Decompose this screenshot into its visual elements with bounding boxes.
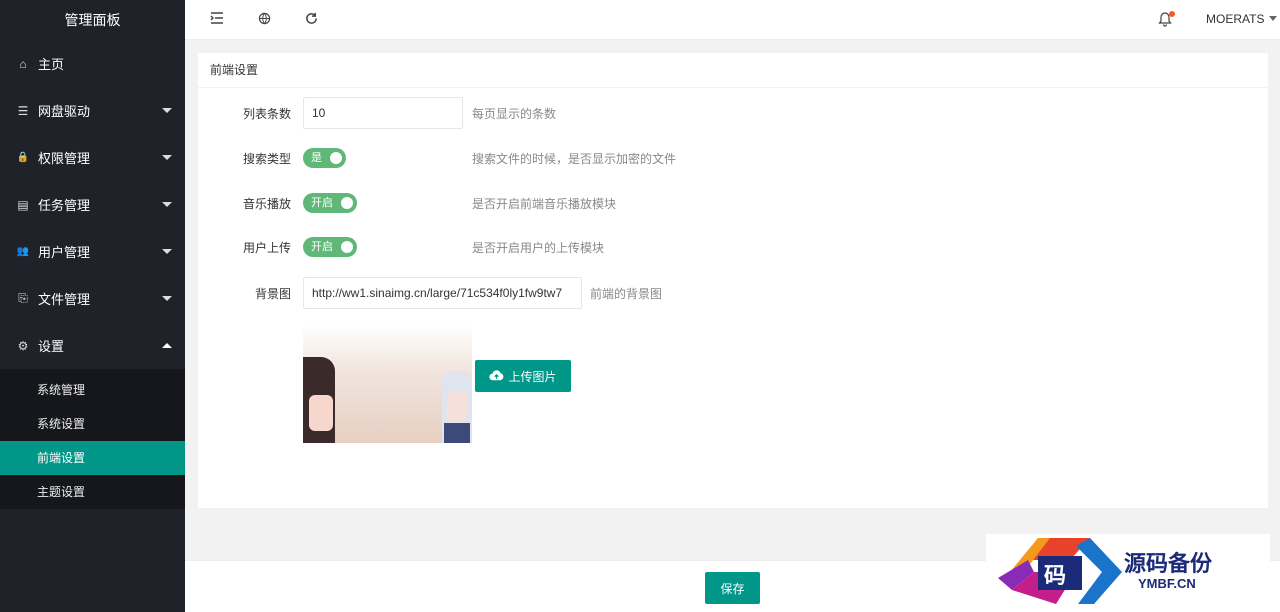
home-icon: ⌂ xyxy=(19,56,27,71)
field-hint: 是否开启前端音乐播放模块 xyxy=(472,196,617,211)
chevron-down-icon xyxy=(162,108,172,113)
sidebar-item-label: 设置 xyxy=(38,339,65,354)
sidebar-item-drive[interactable]: ☰ 网盘驱动 xyxy=(0,87,185,134)
frontend-settings-card: 前端设置 列表条数 每页显示的条数 搜索类型 是 搜索文件的时候，是否显示加密的… xyxy=(198,53,1268,508)
sidebar: 管理面板 ⌂ 主页 ☰ 网盘驱动 🔒 权限管理 ▤ 任务管理 👥 用户管理 ⎘ … xyxy=(0,0,185,612)
card-title: 前端设置 xyxy=(198,53,1268,88)
sidebar-item-users[interactable]: 👥 用户管理 xyxy=(0,228,185,275)
switch-label: 开启 xyxy=(311,241,333,253)
page-size-input[interactable] xyxy=(303,97,463,129)
watermark-logo-char: 码 xyxy=(1044,563,1067,589)
field-upload: 用户上传 开启 是否开启用户的上传模块 xyxy=(198,231,1268,263)
sidebar-item-home[interactable]: ⌂ 主页 xyxy=(0,40,185,87)
background-url-input[interactable] xyxy=(303,277,582,309)
sidebar-item-settings[interactable]: ⚙ 设置 xyxy=(0,322,185,369)
sidebar-title: 管理面板 xyxy=(0,0,185,40)
field-hint: 是否开启用户的上传模块 xyxy=(472,240,605,255)
sidebar-item-label: 文件管理 xyxy=(38,292,91,307)
username: MOERATS xyxy=(1206,12,1265,26)
files-icon: ⎘ xyxy=(18,291,28,305)
field-label: 用户上传 xyxy=(242,240,291,255)
upload-image-button[interactable]: 上传图片 xyxy=(475,360,571,392)
field-page-size: 列表条数 每页显示的条数 xyxy=(198,97,1268,129)
sidebar-item-label: 主页 xyxy=(38,57,65,72)
chevron-up-icon xyxy=(162,343,172,348)
notification-dot xyxy=(1169,11,1175,17)
submenu-item-system-settings[interactable]: 系统设置 xyxy=(0,407,185,441)
field-label: 搜索类型 xyxy=(242,151,291,166)
settings-submenu: 系统管理 系统设置 前端设置 主题设置 xyxy=(0,369,185,509)
field-search-type: 搜索类型 是 搜索文件的时候，是否显示加密的文件 xyxy=(198,142,1268,174)
task-icon: ▤ xyxy=(17,197,29,212)
submenu-item-theme-settings[interactable]: 主题设置 xyxy=(0,475,185,509)
save-button[interactable]: 保存 xyxy=(705,572,760,604)
user-menu[interactable]: MOERATS xyxy=(1206,12,1278,26)
caret-down-icon xyxy=(1269,16,1278,21)
watermark-subtext: YMBF.CN xyxy=(1138,576,1196,591)
sidebar-item-permissions[interactable]: 🔒 权限管理 xyxy=(0,134,185,181)
sidebar-item-label: 任务管理 xyxy=(38,198,91,213)
preview-figure-right xyxy=(442,371,472,443)
upload-switch[interactable]: 开启 xyxy=(303,237,357,257)
cloud-upload-icon xyxy=(489,369,504,384)
upload-button-label: 上传图片 xyxy=(508,369,557,384)
chevron-down-icon xyxy=(162,155,172,160)
list-icon: ☰ xyxy=(17,103,29,118)
refresh-icon[interactable] xyxy=(303,12,319,28)
sidebar-item-tasks[interactable]: ▤ 任务管理 xyxy=(0,181,185,228)
switch-knob xyxy=(341,241,353,253)
field-label: 列表条数 xyxy=(242,106,291,121)
top-header: MOERATS xyxy=(185,0,1280,40)
gear-icon: ⚙ xyxy=(17,338,29,353)
field-label: 背景图 xyxy=(254,286,291,301)
search-type-switch[interactable]: 是 xyxy=(303,148,346,168)
music-switch[interactable]: 开启 xyxy=(303,193,357,213)
field-label: 音乐播放 xyxy=(242,196,291,211)
sidebar-item-files[interactable]: ⎘ 文件管理 xyxy=(0,275,185,322)
sidebar-item-label: 网盘驱动 xyxy=(38,104,91,119)
bell-icon[interactable] xyxy=(1158,11,1175,29)
preview-figure-left xyxy=(303,357,335,443)
chevron-down-icon xyxy=(162,249,172,254)
sidebar-item-label: 用户管理 xyxy=(38,245,91,260)
field-hint: 搜索文件的时候，是否显示加密的文件 xyxy=(472,151,677,166)
field-hint: 前端的背景图 xyxy=(590,286,663,301)
submenu-item-frontend-settings[interactable]: 前端设置 xyxy=(0,441,185,475)
field-music: 音乐播放 开启 是否开启前端音乐播放模块 xyxy=(198,187,1268,219)
chevron-down-icon xyxy=(162,296,172,301)
switch-label: 是 xyxy=(311,152,322,164)
field-background: 背景图 前端的背景图 xyxy=(198,277,1268,309)
switch-label: 开启 xyxy=(311,197,333,209)
switch-knob xyxy=(341,197,353,209)
chevron-down-icon xyxy=(162,202,172,207)
watermark: 码 源码备份 YMBF.CN xyxy=(986,534,1270,612)
switch-knob xyxy=(330,152,342,164)
background-preview-image xyxy=(303,325,472,443)
watermark-text: 源码备份 xyxy=(1124,551,1213,577)
users-icon: 👥 xyxy=(16,246,30,257)
field-hint: 每页显示的条数 xyxy=(472,106,557,121)
submenu-item-system-manage[interactable]: 系统管理 xyxy=(0,373,185,407)
lock-icon: 🔒 xyxy=(16,152,30,163)
sidebar-item-label: 权限管理 xyxy=(38,151,91,166)
menu-collapse-icon[interactable] xyxy=(209,12,225,28)
globe-icon[interactable] xyxy=(256,12,272,28)
